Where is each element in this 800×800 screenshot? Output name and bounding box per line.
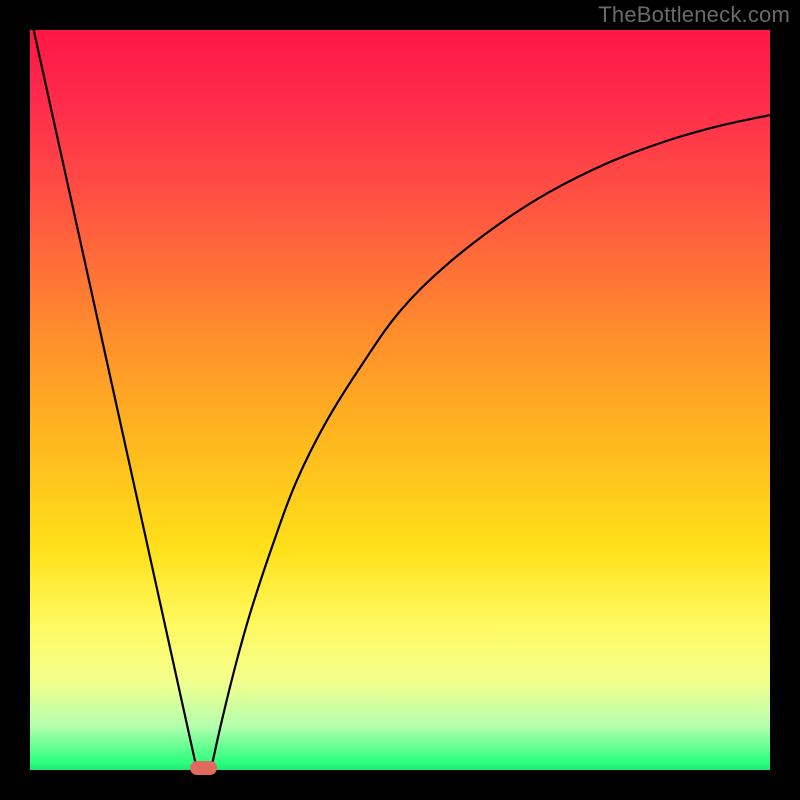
left-slope-line [34, 30, 197, 768]
chart-plot-area [30, 30, 770, 770]
chart-curves [30, 30, 770, 770]
bottleneck-marker [190, 761, 217, 775]
right-curve-line [211, 115, 770, 768]
watermark-text: TheBottleneck.com [598, 2, 790, 28]
